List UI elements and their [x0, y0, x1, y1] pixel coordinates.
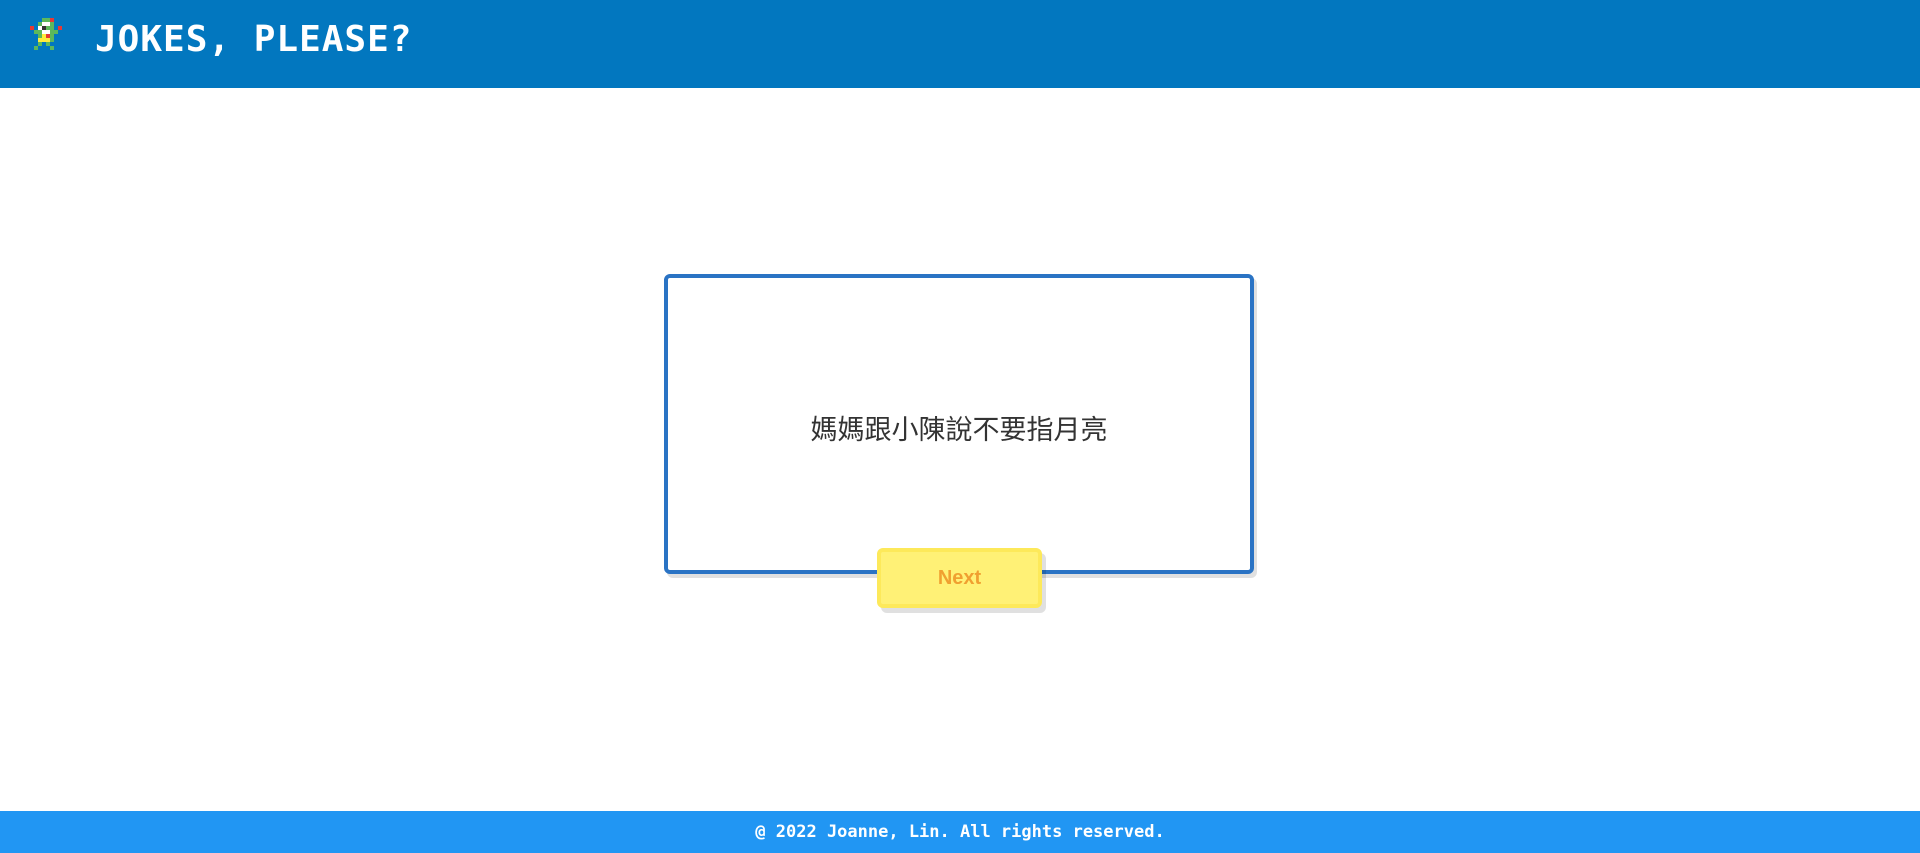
pixel-character-icon[interactable] [26, 18, 70, 62]
copyright-text: @ 2022 Joanne, Lin. All rights reserved. [755, 822, 1165, 842]
next-button[interactable]: Next [877, 548, 1042, 608]
app-title: JOKES, PLEASE? [95, 19, 413, 60]
header-bar: JOKES, PLEASE? [0, 0, 1920, 88]
joke-text: 媽媽跟小陳說不要指月亮 [810, 415, 1108, 446]
footer-bar: @ 2022 Joanne, Lin. All rights reserved. [0, 811, 1920, 853]
joke-card: 媽媽跟小陳說不要指月亮 [664, 274, 1254, 574]
